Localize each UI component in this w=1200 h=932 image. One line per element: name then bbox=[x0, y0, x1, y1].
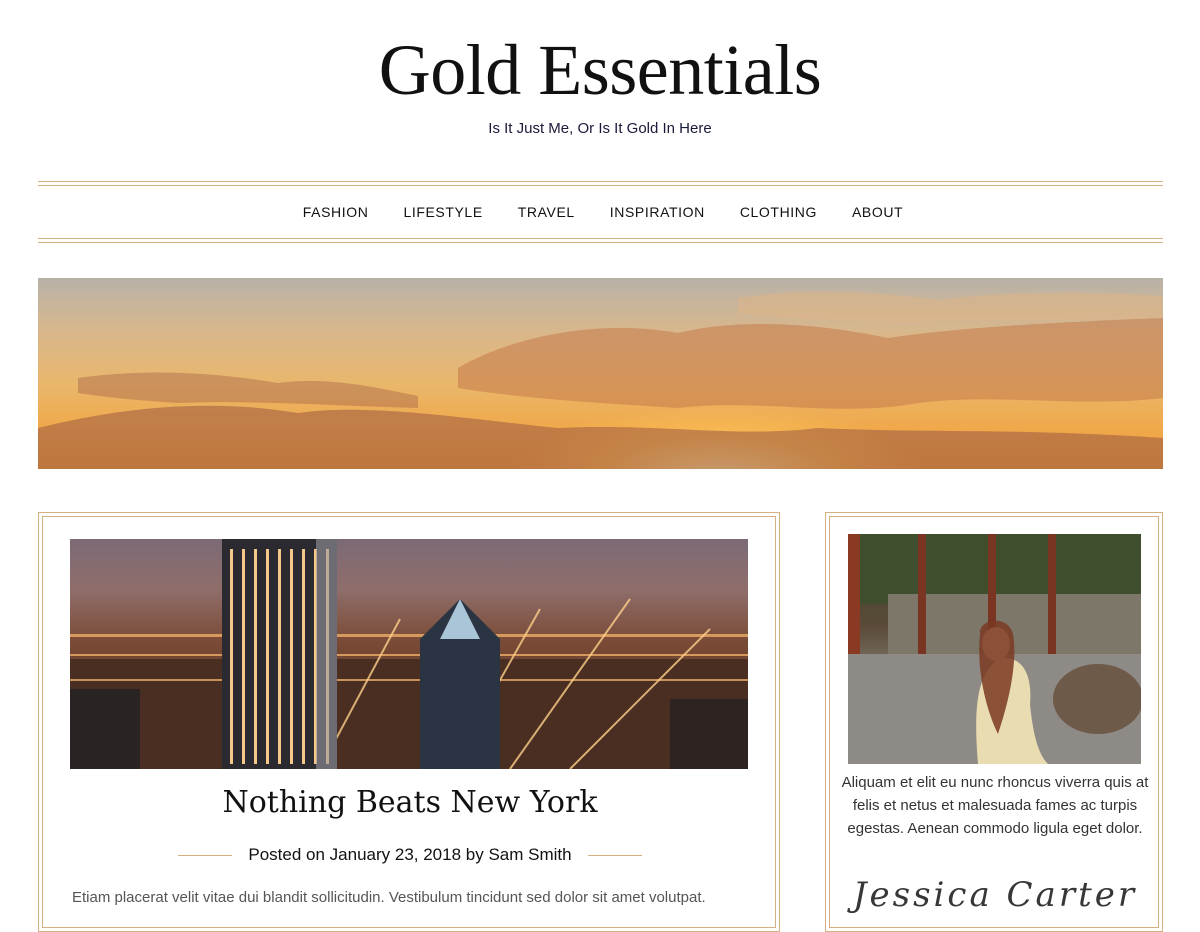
main-navigation: FASHION LIFESTYLE TRAVEL INSPIRATION CLO… bbox=[38, 181, 1163, 243]
nav-item-inspiration[interactable]: INSPIRATION bbox=[610, 204, 705, 220]
city-skyline-illustration bbox=[70, 539, 748, 769]
post-featured-image[interactable] bbox=[70, 539, 748, 769]
author-photo bbox=[848, 534, 1141, 764]
meta-divider-left bbox=[178, 854, 233, 856]
post-title[interactable]: Nothing Beats New York bbox=[39, 785, 781, 820]
site-tagline: Is It Just Me, Or Is It Gold In Here bbox=[488, 120, 712, 137]
post-meta: Posted on January 23, 2018 by Sam Smith bbox=[39, 845, 781, 865]
nav-item-lifestyle[interactable]: LIFESTYLE bbox=[403, 204, 482, 220]
post-excerpt: Etiam placerat velit vitae dui blandit s… bbox=[72, 889, 706, 906]
nav-item-travel[interactable]: TRAVEL bbox=[518, 204, 575, 220]
hero-sunset-image bbox=[38, 278, 1163, 469]
meta-divider-right bbox=[587, 854, 642, 856]
nav-item-about[interactable]: ABOUT bbox=[852, 204, 903, 220]
author-portrait-illustration bbox=[848, 534, 1141, 764]
sidebar-about-text: Aliquam et elit eu nunc rhoncus viverra … bbox=[841, 774, 1149, 837]
sunset-clouds-illustration bbox=[38, 291, 1163, 469]
author-signature: Jessica Carter bbox=[852, 875, 1138, 915]
sidebar-about-widget: Aliquam et elit eu nunc rhoncus viverra … bbox=[825, 512, 1163, 932]
featured-post-card: Nothing Beats New York Posted on January… bbox=[38, 512, 780, 932]
nav-item-fashion[interactable]: FASHION bbox=[303, 204, 369, 220]
post-meta-text: Posted on January 23, 2018 by Sam Smith bbox=[248, 845, 572, 864]
site-title[interactable]: Gold Essentials bbox=[0, 28, 1200, 112]
nav-list: FASHION LIFESTYLE TRAVEL INSPIRATION CLO… bbox=[38, 182, 1163, 242]
nav-item-clothing[interactable]: CLOTHING bbox=[740, 204, 817, 220]
